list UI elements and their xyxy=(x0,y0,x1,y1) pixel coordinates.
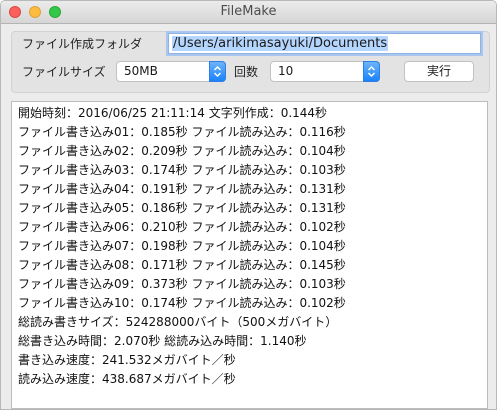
result-log[interactable]: 開始時刻：2016/06/25 21:11:14 文字列作成：0.144秒ファイ… xyxy=(11,101,488,409)
log-line: 開始時刻：2016/06/25 21:11:14 文字列作成：0.144秒 xyxy=(18,106,328,120)
log-line: 書き込み速度：241.532メガバイト／秒 xyxy=(18,353,236,367)
count-select-value: 10 xyxy=(278,64,294,78)
filemake-window: FileMake ファイル作成フォルダ /Users/arikimasayuki… xyxy=(0,0,497,410)
run-button[interactable]: 実行 xyxy=(404,61,474,82)
log-line: ファイル書き込み09：0.373秒 ファイル読み込み：0.103秒 xyxy=(18,277,346,291)
log-line: ファイル書き込み05：0.186秒 ファイル読み込み：0.131秒 xyxy=(18,201,346,215)
updown-chevron-icon xyxy=(209,61,226,82)
updown-chevron-icon xyxy=(363,61,380,82)
log-line: ファイル書き込み02：0.209秒 ファイル読み込み：0.104秒 xyxy=(18,144,346,158)
title-bar: FileMake xyxy=(1,1,496,24)
log-line: ファイル書き込み06：0.210秒 ファイル読み込み：0.102秒 xyxy=(18,220,346,234)
log-line: ファイル書き込み01：0.185秒 ファイル読み込み：0.116秒 xyxy=(18,125,346,139)
log-line: 総読み書きサイズ：524288000バイト（500メガバイト） xyxy=(18,315,338,329)
log-line: 読み込み速度：438.687メガバイト／秒 xyxy=(18,372,236,386)
log-line: ファイル書き込み10：0.174秒 ファイル読み込み：0.102秒 xyxy=(18,296,346,310)
log-line: 総書き込み時間：2.070秒 総読み込み時間：1.140秒 xyxy=(18,334,307,348)
log-line: ファイル書き込み04：0.191秒 ファイル読み込み：0.131秒 xyxy=(18,182,346,196)
size-label: ファイルサイズ xyxy=(22,65,106,79)
size-select[interactable]: 50MB xyxy=(116,61,226,82)
settings-panel: ファイル作成フォルダ /Users/arikimasayuki/Document… xyxy=(11,31,490,93)
folder-path-input[interactable]: /Users/arikimasayuki/Documents xyxy=(168,33,481,54)
log-line: ファイル書き込み08：0.171秒 ファイル読み込み：0.145秒 xyxy=(18,258,346,272)
log-line: ファイル書き込み03：0.174秒 ファイル読み込み：0.103秒 xyxy=(18,163,346,177)
count-select[interactable]: 10 xyxy=(270,61,380,82)
count-label: 回数 xyxy=(234,65,259,79)
size-select-value: 50MB xyxy=(124,64,158,78)
folder-label: ファイル作成フォルダ xyxy=(22,37,143,51)
window-title: FileMake xyxy=(220,4,277,19)
folder-path-text: /Users/arikimasayuki/Documents xyxy=(172,36,389,51)
log-line: ファイル書き込み07：0.198秒 ファイル読み込み：0.104秒 xyxy=(18,239,346,253)
